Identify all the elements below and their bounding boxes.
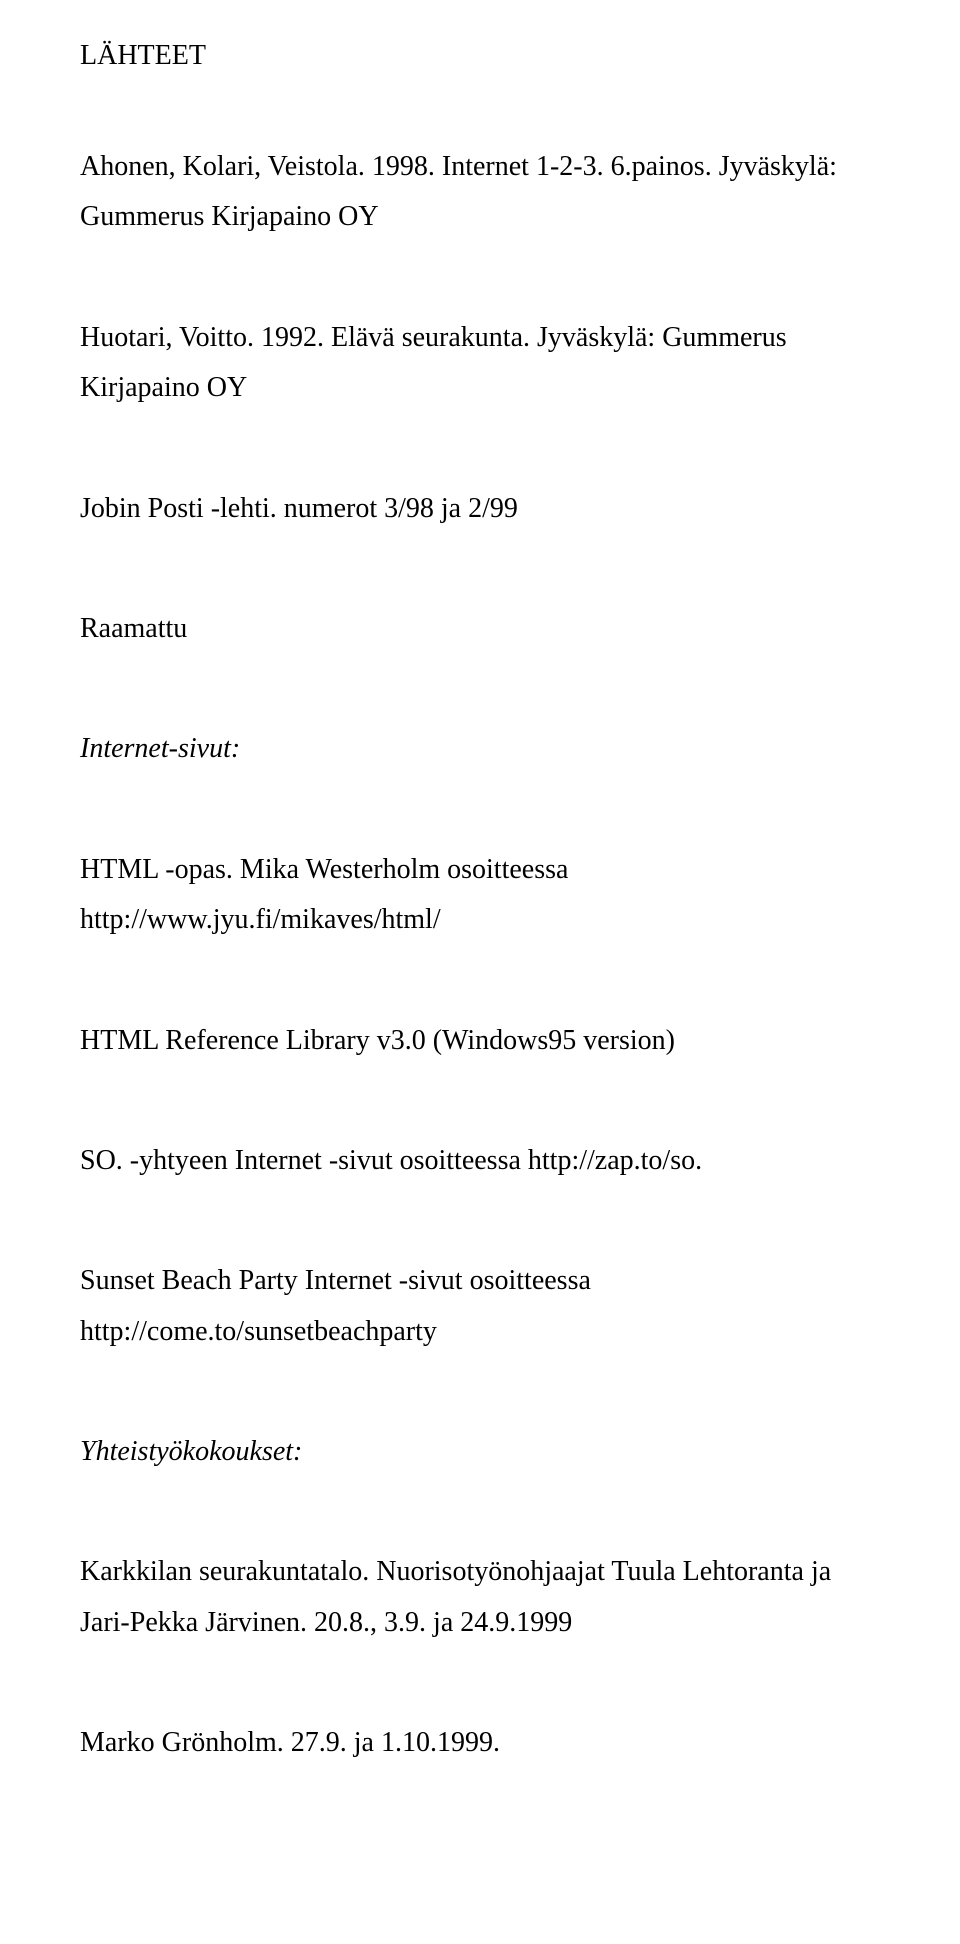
subsection-heading: Internet-sivut:	[80, 724, 880, 774]
reference-entry: Sunset Beach Party Internet -sivut osoit…	[80, 1256, 880, 1357]
section-heading: LÄHTEET	[80, 40, 880, 72]
reference-entry: Marko Grönholm. 27.9. ja 1.10.1999.	[80, 1718, 880, 1768]
reference-entry: SO. -yhtyeen Internet -sivut osoitteessa…	[80, 1136, 880, 1186]
reference-entry: HTML Reference Library v3.0 (Windows95 v…	[80, 1016, 880, 1066]
reference-entry: Ahonen, Kolari, Veistola. 1998. Internet…	[80, 142, 880, 243]
reference-entry: Huotari, Voitto. 1992. Elävä seurakunta.…	[80, 313, 880, 414]
reference-entry: Jobin Posti -lehti. numerot 3/98 ja 2/99	[80, 484, 880, 534]
subsection-heading: Yhteistyökokoukset:	[80, 1427, 880, 1477]
reference-entry: Raamattu	[80, 604, 880, 654]
reference-entry: Karkkilan seurakuntatalo. Nuorisotyönohj…	[80, 1547, 880, 1648]
reference-entry: HTML -opas. Mika Westerholm osoitteessa …	[80, 845, 880, 946]
document-page: LÄHTEET Ahonen, Kolari, Veistola. 1998. …	[0, 0, 960, 1829]
